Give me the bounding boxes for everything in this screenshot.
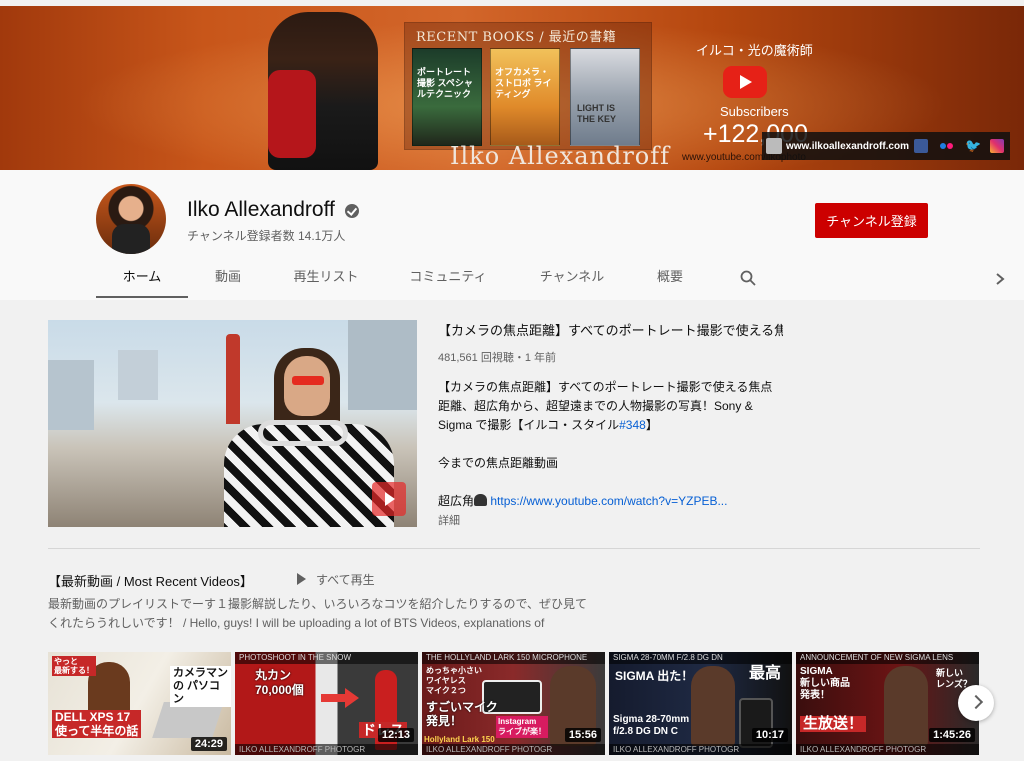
chevron-right-icon[interactable] — [994, 272, 1006, 286]
banner-name: Ilko Allexandroff — [450, 142, 671, 170]
banner-book-3-text: LIGHT IS THE KEY — [577, 103, 617, 124]
video-thumbnail-2[interactable]: PHOTOSHOOT IN THE SNOW 丸カン 70,000個 ドレス I… — [235, 652, 418, 755]
hashtag-link[interactable]: #348 — [619, 418, 646, 432]
video-4-label-top: SIGMA 出た！ — [615, 669, 694, 683]
banner-book-2-text: オフカメラ・ストロボ ライティング — [495, 67, 552, 99]
featured-desc-text-end: 】 — [645, 418, 658, 432]
featured-video-title[interactable]: 【カメラの焦点距離】すべてのポートレート撮影で使える焦... — [438, 320, 783, 339]
verified-badge-icon — [345, 204, 359, 218]
helmet-icon — [474, 494, 488, 506]
featured-video-description: 【カメラの焦点距離】すべてのポートレート撮影で使える焦点距離、超広角から、超望遠… — [438, 378, 783, 511]
featured-desc-para-1: 【カメラの焦点距離】すべてのポートレート撮影で使える焦点距離、超広角から、超望遠… — [438, 378, 783, 435]
video-thumbnail-5[interactable]: ANNOUNCEMENT OF NEW SIGMA LENS SIGMA 新しい… — [796, 652, 979, 755]
banner-book-1: ポートレート撮影 スペシャルテクニック — [412, 48, 482, 146]
featured-more-link[interactable]: 詳細 — [438, 512, 460, 528]
video-3-duration: 15:56 — [564, 728, 601, 742]
banner-subscribers-label: Subscribers — [720, 104, 789, 119]
banner-books-title: RECENT BOOKS / 最近の書籍 — [416, 30, 617, 45]
v5-person — [884, 666, 928, 746]
banner-book-1-text: ポートレート撮影 スペシャルテクニック — [417, 67, 473, 99]
video-2-label-top: 丸カン 70,000個 — [255, 668, 304, 697]
twitter-icon[interactable]: 🐦 — [965, 139, 981, 153]
video-1-corner: やっと 最新する！ — [52, 656, 96, 676]
video-4-label-bottom: Sigma 28-70mm f/2.8 DG DN C — [613, 714, 690, 737]
video-3-channel: ILKO ALLEXANDROFF PHOTOGR — [422, 744, 605, 755]
featured-desc-text: 【カメラの焦点距離】すべてのポートレート撮影で使える焦点距離、超広角から、超望遠… — [438, 380, 773, 432]
tab-about[interactable]: 概要 — [642, 262, 698, 298]
featured-video-meta: 481,561 回視聴・1 年前 — [438, 352, 556, 364]
video-2-bar: PHOTOSHOOT IN THE SNOW — [235, 652, 418, 664]
play-icon — [297, 573, 306, 585]
tab-videos[interactable]: 動画 — [196, 262, 260, 298]
search-icon[interactable] — [740, 270, 756, 286]
ft-sunglasses — [292, 376, 324, 385]
tab-community[interactable]: コミュニティ — [402, 262, 494, 298]
instagram-icon[interactable] — [990, 139, 1004, 153]
channel-avatar[interactable] — [96, 184, 166, 254]
featured-video-thumbnail[interactable] — [48, 320, 417, 527]
featured-desc-link[interactable]: https://www.youtube.com/watch?v=YZPEB... — [490, 494, 727, 508]
video-1-duration: 24:29 — [190, 737, 227, 751]
tab-playlists[interactable]: 再生リスト — [286, 262, 366, 298]
tab-channels[interactable]: チャンネル — [532, 262, 612, 298]
arrow-right-icon — [345, 688, 359, 708]
channel-banner: RECENT BOOKS / 最近の書籍 ポートレート撮影 スペシャルテクニック… — [0, 6, 1024, 170]
banner-tagline: イルコ・光の魔術師 — [696, 44, 813, 59]
video-3-label-bottom: すごいマイク 発見！ — [426, 700, 498, 728]
video-5-label-bottom: 生放送！ — [800, 716, 867, 732]
video-thumbnail-3[interactable]: THE HOLLYLAND LARK 150 MICROPHONE めっちゃ小さ… — [422, 652, 605, 755]
video-4-duration: 10:17 — [751, 728, 788, 742]
banner-camera-bag — [268, 70, 316, 158]
video-5-bar: ANNOUNCEMENT OF NEW SIGMA LENS — [796, 652, 979, 664]
video-1-label-top: カメラマンの パソコン — [170, 666, 231, 707]
tab-home[interactable]: ホーム — [96, 262, 188, 298]
ft-building-3 — [118, 350, 158, 400]
banner-book-2: オフカメラ・ストロボ ライティング — [490, 48, 560, 146]
play-all-label: すべて再生 — [316, 573, 375, 587]
v1-laptop — [152, 702, 224, 738]
video-3-label-top: めっちゃ小さい ワイヤレス マイク２つ — [426, 666, 482, 695]
video-3-bar: THE HOLLYLAND LARK 150 MICROPHONE — [422, 652, 605, 664]
section-divider — [48, 548, 980, 549]
video-5-channel: ILKO ALLEXANDROFF PHOTOGR — [796, 744, 979, 755]
video-2-duration: 12:13 — [377, 728, 414, 742]
video-1-label-bottom: DELL XPS 17 使って半年の話 — [52, 710, 142, 738]
featured-desc-para-2: 今までの焦点距離動画 — [438, 456, 559, 470]
banner-youtube-icon — [723, 66, 767, 98]
featured-desc-para-3: 超広角 https://www.youtube.com/watch?v=YZPE… — [438, 492, 783, 511]
section-description: 最新動画のプレイリストでーす１撮影解説したり、いろいろなコツを紹介したりするので… — [48, 597, 588, 630]
ft-tower — [226, 334, 240, 424]
section-title[interactable]: 【最新動画 / Most Recent Videos】 — [48, 571, 253, 590]
shelf-next-button[interactable] — [958, 685, 994, 721]
video-3-corner: Instagram ライブが楽！ — [496, 716, 548, 738]
ft-face — [284, 356, 330, 416]
video-5-duration: 1:45:26 — [929, 728, 975, 742]
ft-building-1 — [48, 360, 94, 430]
video-4-bar: SIGMA 28-70MM F/2.8 DG DN — [609, 652, 792, 664]
flickr-icon[interactable] — [940, 139, 954, 153]
banner-website-link[interactable]: www.ilkoallexandroff.com — [786, 141, 909, 152]
video-4-channel: ILKO ALLEXANDROFF PHOTOGR — [609, 744, 792, 755]
video-shelf: カメラマンの パソコン やっと 最新する！ DELL XPS 17 使って半年の… — [48, 652, 980, 761]
video-4-corner: 最高 — [749, 665, 782, 682]
video-thumbnail-1[interactable]: カメラマンの パソコン やっと 最新する！ DELL XPS 17 使って半年の… — [48, 652, 231, 755]
facebook-icon[interactable] — [914, 139, 928, 153]
banner-site-icon — [766, 138, 782, 154]
video-thumbnail-4[interactable]: SIGMA 28-70MM F/2.8 DG DN SIGMA 出た！ 最高 S… — [609, 652, 792, 755]
banner-book-3: LIGHT IS THE KEY — [570, 48, 640, 146]
featured-desc-prefix: 超広角 — [438, 494, 475, 508]
video-5-label-top: SIGMA 新しい商品 発表！ — [800, 666, 850, 701]
subscribe-button[interactable]: チャンネル登録 — [815, 203, 928, 238]
v4-person — [691, 666, 735, 746]
subscriber-count: チャンネル登録者数 14.1万人 — [187, 229, 346, 243]
play-all-button[interactable]: すべて再生 — [297, 571, 375, 588]
channel-name: Ilko Allexandroff — [187, 198, 335, 221]
ft-building-2 — [348, 320, 417, 410]
youtube-watermark-icon — [372, 482, 406, 516]
video-2-channel: ILKO ALLEXANDROFF PHOTOGR — [235, 744, 418, 755]
ft-headphones — [258, 420, 348, 446]
